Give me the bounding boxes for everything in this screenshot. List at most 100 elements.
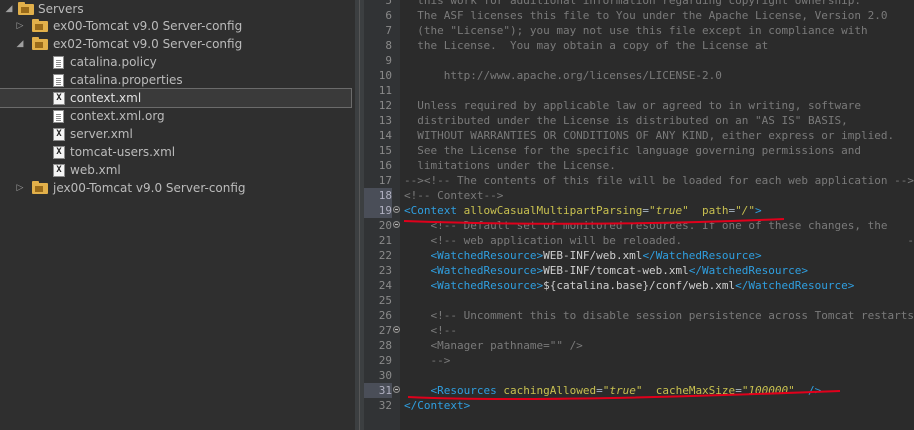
- servers-tree-panel: ◢ Servers ▷ ex00-Tomcat v9.0 Server-conf…: [0, 0, 355, 430]
- fold-toggle-icon[interactable]: [393, 221, 400, 228]
- line-number: 18: [364, 188, 392, 203]
- attr-value: "true": [602, 384, 643, 397]
- code-text: <!-- Context-->: [404, 189, 504, 202]
- code-line-14: 14 WITHOUT WARRANTIES OR CONDITIONS OF A…: [364, 128, 914, 143]
- tag-name: WatchedResource: [437, 264, 537, 277]
- code-line-30: 30: [364, 368, 914, 383]
- code-line-27: 27 <!--: [364, 323, 914, 338]
- code-text: <Resources cachingAllowed="true" cacheMa…: [430, 384, 822, 397]
- tree-item-label: context.xml.org: [70, 109, 165, 123]
- code-line-25: 25: [364, 293, 914, 308]
- code-line-26: 26 <!-- Uncomment this to disable sessio…: [364, 308, 914, 323]
- tag-name: WatchedResource: [748, 279, 848, 292]
- line-number: 11: [378, 84, 392, 97]
- code-text: the License. You may obtain a copy of th…: [404, 39, 769, 52]
- code-text: WITHOUT WARRANTIES OR CONDITIONS OF ANY …: [404, 129, 895, 142]
- line-number: 26: [378, 309, 392, 322]
- server-folder-icon: [32, 181, 48, 194]
- tree-item-context-xml[interactable]: X context.xml: [0, 88, 352, 108]
- attr-name: allowCasualMultipartParsing: [463, 204, 643, 217]
- code-text: distributed under the License is distrib…: [404, 114, 848, 127]
- tree-item-label: tomcat-users.xml: [70, 145, 176, 159]
- ide-window: ◢ Servers ▷ ex00-Tomcat v9.0 Server-conf…: [0, 0, 914, 430]
- code-text: --><!-- The contents of this file will b…: [404, 174, 914, 187]
- code-line-9: 9: [364, 53, 914, 68]
- line-number: 30: [378, 369, 392, 382]
- code-text: -->: [404, 354, 451, 367]
- code-text: The ASF licenses this file to You under …: [404, 9, 888, 22]
- code-line-21: 21 <!-- web application will be reloaded…: [364, 233, 914, 248]
- code-text: limitations under the License.: [404, 159, 616, 172]
- code-text: <Manager pathname="" />: [404, 339, 583, 352]
- line-number: 28: [378, 339, 392, 352]
- line-number: 5: [385, 0, 392, 7]
- line-number: 15: [378, 144, 392, 157]
- fold-toggle-icon[interactable]: [393, 326, 400, 333]
- code-text: <!-- Default set of monitored resources.…: [404, 219, 914, 232]
- code-text: <!-- web application will be reloaded. -…: [404, 234, 914, 247]
- tree-item-label: jex00-Tomcat v9.0 Server-config: [53, 181, 246, 195]
- code-line-24: <WatchedResource>${catalina.base}/conf/w…: [364, 278, 914, 293]
- code-line-29: 29 -->: [364, 353, 914, 368]
- code-line-10: 10 http://www.apache.org/licenses/LICENS…: [364, 68, 914, 83]
- code-line-22: <WatchedResource>WEB-INF/web.xml</Watche…: [364, 248, 914, 263]
- code-text: Unless required by applicable law or agr…: [404, 99, 861, 112]
- tag-name: WatchedResource: [655, 249, 756, 262]
- line-number: 9: [385, 54, 392, 67]
- code-line-6: 6 The ASF licenses this file to You unde…: [364, 8, 914, 23]
- code-text: <!-- Uncomment this to disable session p…: [404, 309, 914, 322]
- line-number: 6: [385, 9, 392, 22]
- attr-value: "true": [649, 204, 689, 217]
- tag-name: WatchedResource: [702, 264, 802, 277]
- code-line-32: </Context>: [364, 398, 914, 413]
- code-text: <WatchedResource>WEB-INF/tomcat-web.xml<…: [430, 264, 809, 277]
- watched-resource-value: WEB-INF/web.xml: [543, 249, 643, 262]
- code-editor[interactable]: 5 this work for additional information r…: [364, 0, 914, 430]
- line-number: 21: [378, 234, 392, 247]
- servers-folder-icon: [18, 2, 34, 15]
- line-number: 25: [378, 294, 392, 307]
- tag-name: WatchedResource: [437, 279, 537, 292]
- line-number: 10: [378, 69, 392, 82]
- line-number: 14: [378, 129, 392, 142]
- code-line-19: <Context allowCasualMultipartParsing="tr…: [364, 203, 914, 218]
- xml-file-icon: X: [53, 92, 65, 105]
- attr-name: cacheMaxSize: [655, 384, 736, 397]
- code-line-31: <Resources cachingAllowed="true" cacheMa…: [364, 383, 914, 398]
- code-line-13: 13 distributed under the License is dist…: [364, 113, 914, 128]
- attr-value: "100000": [741, 384, 795, 397]
- code-text: </Context>: [404, 399, 471, 412]
- code-line-5: 5 this work for additional information r…: [364, 0, 914, 8]
- code-line-8: 8 the License. You may obtain a copy of …: [364, 38, 914, 53]
- attr-name: cachingAllowed: [503, 384, 597, 397]
- code-text: <Context allowCasualMultipartParsing="tr…: [404, 204, 762, 217]
- code-text: (the "License"); you may not use this fi…: [404, 24, 868, 37]
- tag-close: >: [755, 204, 762, 217]
- code-line-7: 7 (the "License"); you may not use this …: [364, 23, 914, 38]
- collapsed-arrow-icon[interactable]: ▷: [15, 179, 25, 197]
- code-line-18: 18 <!-- Context-->: [364, 188, 914, 203]
- code-line-28: 28 <Manager pathname="" />: [364, 338, 914, 353]
- collapsed-arrow-icon[interactable]: ▷: [15, 17, 25, 35]
- expanded-arrow-icon[interactable]: ◢: [4, 0, 14, 18]
- tree-item-label: ex00-Tomcat v9.0 Server-config: [53, 19, 243, 33]
- line-number: 20: [378, 219, 392, 232]
- code-line-23: <WatchedResource>WEB-INF/tomcat-web.xml<…: [364, 263, 914, 278]
- code-text: <WatchedResource>${catalina.base}/conf/w…: [430, 279, 855, 292]
- tree-item-label: ex02-Tomcat v9.0 Server-config: [53, 37, 243, 51]
- line-number: 27: [378, 324, 392, 337]
- tree-item-label: server.xml: [70, 127, 133, 141]
- code-text: this work for additional information reg…: [404, 0, 861, 7]
- expanded-arrow-icon[interactable]: ◢: [15, 35, 25, 53]
- xml-file-icon: X: [53, 164, 65, 177]
- code-line-12: 12 Unless required by applicable law or …: [364, 98, 914, 113]
- panel-splitter[interactable]: [355, 0, 364, 430]
- line-number: 12: [378, 99, 392, 112]
- server-folder-icon: [32, 37, 48, 50]
- line-number: 7: [385, 24, 392, 37]
- tag-close: />: [808, 384, 822, 397]
- server-folder-icon: [32, 19, 48, 32]
- watched-resource-value: WEB-INF/tomcat-web.xml: [543, 264, 689, 277]
- tree-item-label: context.xml: [70, 91, 142, 105]
- tree-item-label: Servers: [38, 2, 84, 16]
